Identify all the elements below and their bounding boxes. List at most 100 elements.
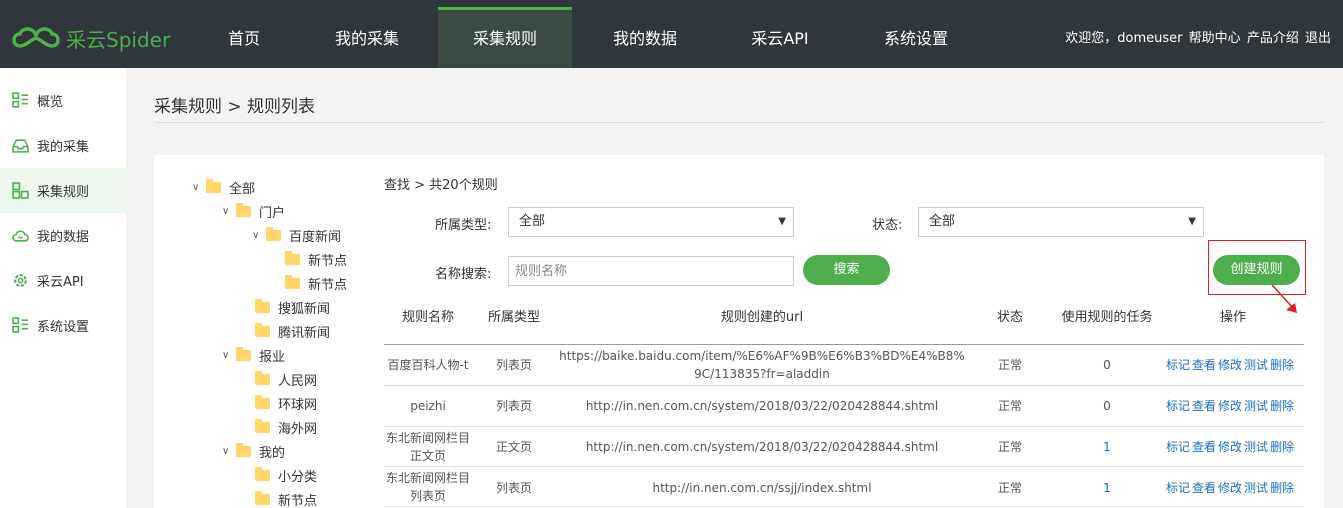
sidebar-item-rules[interactable]: 采集规则 [0, 168, 126, 213]
cell-type: 正文页 [495, 440, 532, 454]
mark-link[interactable]: 标记 [1166, 399, 1190, 413]
status-label: 状态: [872, 218, 903, 233]
nav-settings[interactable]: 系统设置 [866, 7, 966, 68]
cell-name: 东北新闻网栏目正文页 [385, 431, 470, 463]
view-link[interactable]: 查看 [1192, 440, 1216, 454]
nav-my-data[interactable]: 我的数据 [596, 7, 694, 68]
tree-label: 新节点 [278, 493, 318, 508]
folder-icon [266, 226, 281, 241]
nav-api[interactable]: 采云API [730, 7, 830, 68]
cell-url: http://in.nen.com.cn/ssjj/index.shtml [652, 481, 872, 495]
tree-label: 新节点 [308, 253, 348, 269]
tree-node[interactable]: ∨ 全部 [192, 176, 255, 198]
row-divider [384, 385, 1304, 386]
nav-my-collect[interactable]: 我的采集 [318, 7, 416, 68]
logo[interactable]: 采云Spider [10, 20, 170, 56]
folder-icon [255, 394, 270, 409]
search-button[interactable]: 搜索 [803, 255, 890, 285]
tree-node[interactable]: 环球网 [255, 392, 317, 414]
cell-url: http://in.nen.com.cn/system/2018/03/22/0… [585, 399, 939, 413]
cell-status: 正常 [997, 481, 1022, 495]
table-header-divider [384, 344, 1304, 345]
tree-node[interactable]: 海外网 [255, 416, 317, 438]
delete-link[interactable]: 删除 [1270, 440, 1294, 454]
nav-collect-rules[interactable]: 采集规则 [438, 7, 572, 68]
view-link[interactable]: 查看 [1192, 399, 1216, 413]
tree-node[interactable]: 小分类 [255, 464, 317, 486]
tree-node[interactable]: 新节点 [285, 272, 347, 294]
divider [154, 122, 1324, 123]
sidebar-item-label: 系统设置 [37, 320, 90, 335]
test-link[interactable]: 测试 [1244, 358, 1268, 372]
sidebar: 概览 我的采集 采集规则 我的数据 采云API 系统设置 [0, 68, 126, 508]
type-label: 所属类型: [435, 218, 492, 233]
name-search-input[interactable] [508, 256, 794, 286]
help-link[interactable]: 帮助中心 [1189, 31, 1241, 46]
mark-link[interactable]: 标记 [1166, 440, 1190, 454]
sidebar-item-label: 我的数据 [37, 230, 90, 245]
test-link[interactable]: 测试 [1244, 399, 1268, 413]
cell-url: https://baike.baidu.com/item/%E6%AF%9B%E… [559, 349, 965, 381]
tree-node[interactable]: 新节点 [255, 488, 317, 508]
edit-link[interactable]: 修改 [1218, 481, 1242, 495]
folder-icon [255, 466, 270, 481]
tree-node[interactable]: ∨ 报业 [222, 344, 285, 366]
tree-label: 腾讯新闻 [278, 325, 331, 341]
chevron-down-icon: ∨ [222, 445, 230, 457]
status-select[interactable]: 全部 ▼ [918, 207, 1204, 237]
sidebar-item-api[interactable]: 采云API [0, 258, 126, 303]
tree-node[interactable]: 新节点 [285, 248, 347, 270]
folder-icon [236, 346, 251, 361]
sidebar-item-settings[interactable]: 系统设置 [0, 303, 126, 348]
folder-icon [255, 370, 270, 385]
edit-link[interactable]: 修改 [1218, 358, 1242, 372]
chevron-down-icon: ∨ [222, 205, 230, 217]
view-link[interactable]: 查看 [1192, 358, 1216, 372]
mark-link[interactable]: 标记 [1166, 481, 1190, 495]
sidebar-item-label: 采云API [37, 275, 84, 290]
folder-icon [206, 178, 221, 193]
edit-link[interactable]: 修改 [1218, 399, 1242, 413]
tree-label: 新节点 [308, 277, 348, 293]
delete-link[interactable]: 删除 [1270, 358, 1294, 372]
col-header-ops: 操作 [1219, 310, 1246, 325]
sidebar-item-label: 概览 [37, 95, 64, 110]
tree-node[interactable]: 搜狐新闻 [255, 296, 330, 318]
cell-name: 百度百科人物-t [387, 358, 469, 372]
cell-tasks-link[interactable]: 1 [1046, 438, 1168, 456]
tree-node[interactable]: ∨ 百度新闻 [252, 224, 341, 246]
sidebar-item-label: 采集规则 [37, 185, 90, 200]
tree-node[interactable]: 腾讯新闻 [255, 320, 330, 342]
row-actions: 标记 查看 修改 测试 删除 [1166, 438, 1296, 455]
col-header-status: 状态 [996, 310, 1023, 325]
tree-label: 报业 [259, 349, 286, 365]
cell-tasks: 0 [1103, 399, 1111, 413]
col-header-type: 所属类型 [487, 310, 540, 325]
cell-url: http://in.nen.com.cn/system/2018/03/22/0… [585, 440, 939, 454]
delete-link[interactable]: 删除 [1270, 399, 1294, 413]
test-link[interactable]: 测试 [1244, 481, 1268, 495]
tree-node[interactable]: ∨ 我的 [222, 440, 285, 462]
cell-name: 东北新闻网栏目列表页 [385, 471, 470, 503]
sidebar-item-overview[interactable]: 概览 [0, 78, 126, 123]
sidebar-item-my-data[interactable]: 我的数据 [0, 213, 126, 258]
grid-list-icon [12, 92, 28, 108]
tree-label: 我的 [259, 445, 286, 461]
cell-name: peizhi [410, 399, 446, 413]
cell-tasks-link[interactable]: 1 [1046, 479, 1168, 497]
mark-link[interactable]: 标记 [1166, 358, 1190, 372]
folder-icon [236, 442, 251, 457]
nav-home[interactable]: 首页 [200, 7, 288, 68]
edit-link[interactable]: 修改 [1218, 440, 1242, 454]
tree-label: 环球网 [278, 397, 318, 413]
logo-text: 采云Spider [66, 27, 171, 52]
product-link[interactable]: 产品介绍 [1247, 31, 1299, 46]
type-select[interactable]: 全部 ▼ [508, 207, 794, 237]
tree-node[interactable]: ∨ 门户 [222, 200, 285, 222]
delete-link[interactable]: 删除 [1270, 481, 1294, 495]
tree-node[interactable]: 人民网 [255, 368, 317, 390]
test-link[interactable]: 测试 [1244, 440, 1268, 454]
view-link[interactable]: 查看 [1192, 481, 1216, 495]
logout-link[interactable]: 退出 [1305, 31, 1331, 46]
sidebar-item-my-collect[interactable]: 我的采集 [0, 123, 126, 168]
